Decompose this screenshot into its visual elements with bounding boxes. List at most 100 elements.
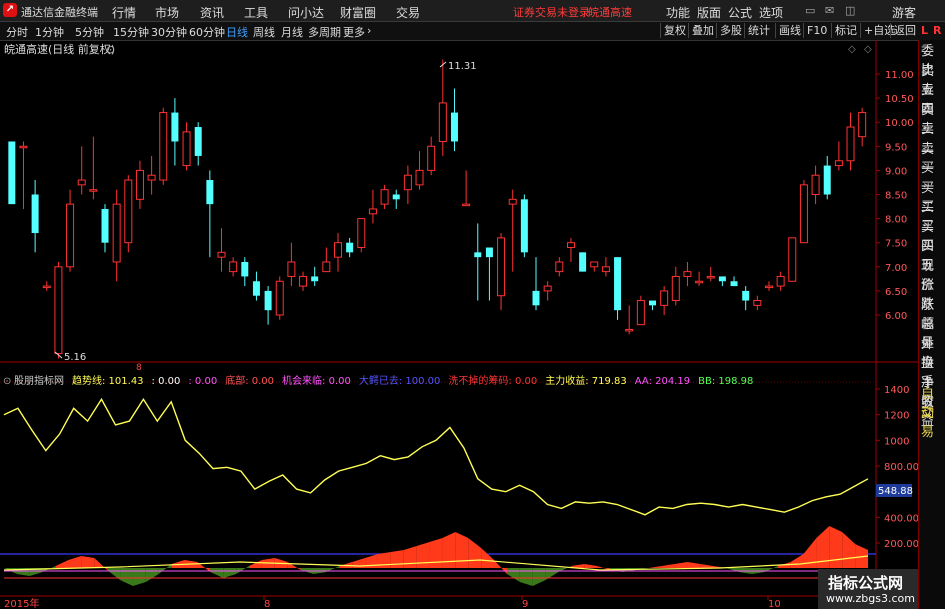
- tab-30min[interactable]: 30分钟: [151, 24, 187, 40]
- indicator-legend-item: BB: 198.98: [698, 376, 753, 387]
- candle: [229, 257, 238, 277]
- menu-layout[interactable]: 版面: [697, 4, 721, 21]
- band-segment: [81, 556, 95, 568]
- candle: [66, 189, 75, 272]
- candle: [788, 237, 797, 282]
- low-label: 5.16: [64, 352, 86, 363]
- draw-line-button[interactable]: 画线: [775, 23, 804, 38]
- login-status[interactable]: 证券交易未登录: [513, 4, 590, 20]
- band-segment: [442, 532, 456, 568]
- chat-icon[interactable]: ▭: [805, 4, 815, 17]
- candle: [112, 189, 121, 282]
- user-guest[interactable]: 游客: [892, 4, 916, 21]
- menu-function[interactable]: 功能: [666, 4, 690, 21]
- mark-button[interactable]: 标记: [831, 23, 860, 38]
- tab-15min[interactable]: 15分钟: [113, 24, 149, 40]
- price-tick-label: 9.00: [885, 166, 907, 177]
- sidebar-r[interactable]: R: [933, 24, 941, 37]
- stats-button[interactable]: 统计: [744, 23, 773, 38]
- tab-multi-period[interactable]: 多周期: [308, 24, 341, 40]
- tab-1min[interactable]: 1分钟: [35, 24, 64, 40]
- candle: [636, 295, 645, 326]
- candle: [649, 300, 656, 311]
- menu-quotes[interactable]: 行情: [112, 4, 136, 21]
- candle: [742, 286, 750, 311]
- indicator-legend-item: 底部: 0.00: [225, 374, 274, 387]
- collapse-icon[interactable]: ◇: [864, 44, 872, 55]
- back-button[interactable]: 返回: [890, 23, 919, 38]
- candle: [764, 281, 773, 291]
- current-value: 548.88: [878, 486, 913, 497]
- candle: [590, 261, 599, 272]
- menu-ask[interactable]: 问小达: [288, 4, 324, 21]
- sidebar-l[interactable]: L: [921, 24, 928, 37]
- tab-daily[interactable]: 日线: [226, 24, 248, 40]
- tab-intraday[interactable]: 分时: [6, 24, 28, 40]
- band-segment: [249, 560, 262, 568]
- watermark-url: www.zbgs3.com: [826, 592, 915, 605]
- candle: [357, 218, 366, 253]
- menu-trade[interactable]: 交易: [396, 4, 420, 21]
- menu-options[interactable]: 选项: [759, 4, 783, 21]
- menu-wealth[interactable]: 财富圈: [340, 4, 376, 21]
- price-tick-label: 9.50: [885, 142, 907, 153]
- indicator-legend-item: 趋势线: 101.43: [72, 374, 144, 387]
- f10-button[interactable]: F10: [803, 23, 830, 38]
- overlay-button[interactable]: 叠加: [688, 23, 717, 38]
- candle: [579, 252, 587, 272]
- candle: [543, 281, 552, 301]
- menu-market[interactable]: 市场: [155, 4, 179, 21]
- candle: [520, 194, 528, 258]
- mail-icon[interactable]: ✉: [825, 4, 834, 17]
- candle: [101, 204, 109, 253]
- candle: [241, 257, 249, 287]
- candle: [19, 141, 28, 209]
- adjust-button[interactable]: 复权: [660, 23, 689, 38]
- tab-more[interactable]: 更多: [343, 24, 365, 40]
- settings-icon[interactable]: ⊙: [106, 43, 115, 56]
- chart-header: 皖通高速(日线 前复权): [4, 42, 115, 56]
- indicator-legend-item: : 0.00: [152, 376, 181, 387]
- candle: [485, 247, 493, 301]
- app-title: 通达信金融终端: [21, 6, 98, 19]
- candle: [333, 233, 342, 272]
- tab-monthly[interactable]: 月线: [281, 24, 303, 40]
- candle: [147, 155, 156, 195]
- multi-stock-button[interactable]: 多股: [716, 23, 745, 38]
- indicator-settings-icon[interactable]: ⊙: [3, 376, 11, 387]
- auto-trade-label[interactable]: 交易: [921, 404, 945, 442]
- candle: [846, 112, 855, 171]
- band-segment: [236, 566, 250, 574]
- candle: [450, 88, 458, 152]
- price-tick-label: 10.50: [885, 94, 914, 105]
- chevron-right-icon[interactable]: ›: [367, 24, 371, 37]
- band-segment: [145, 568, 159, 582]
- price-tick-label: 8.50: [885, 191, 907, 202]
- candle: [811, 165, 820, 205]
- tab-60min[interactable]: 60分钟: [189, 24, 225, 40]
- menu-formula[interactable]: 公式: [728, 4, 752, 21]
- menu-tools[interactable]: 工具: [244, 4, 268, 21]
- candle: [194, 122, 202, 166]
- candle: [718, 276, 726, 287]
- kline-chart[interactable]: 皖通高速(日线 前复权) ⊙ ◇ ◇ 11.00 10.50 10.00 9.50 9.…: [0, 40, 918, 609]
- band-segment: [55, 560, 69, 568]
- band-segment: [390, 550, 404, 568]
- band-segment: [403, 546, 417, 568]
- candle: [392, 189, 400, 209]
- indicator-tick-label: 400.00: [884, 513, 918, 524]
- candle: [275, 276, 284, 320]
- indicator-name: 股朋指标网: [14, 374, 64, 387]
- x-label-2015: 2015年: [4, 597, 39, 609]
- lock-icon[interactable]: ◫: [845, 4, 855, 17]
- candle: [77, 146, 86, 195]
- candle: [474, 223, 482, 301]
- tab-5min[interactable]: 5分钟: [75, 24, 104, 40]
- menu-news[interactable]: 资讯: [200, 4, 224, 21]
- watermark-name: 指标公式网: [828, 574, 904, 592]
- band-segment: [481, 548, 495, 568]
- candle: [368, 189, 377, 224]
- diamond-icon[interactable]: ◇: [848, 44, 856, 55]
- tab-weekly[interactable]: 周线: [253, 24, 275, 40]
- band-segment: [68, 556, 82, 568]
